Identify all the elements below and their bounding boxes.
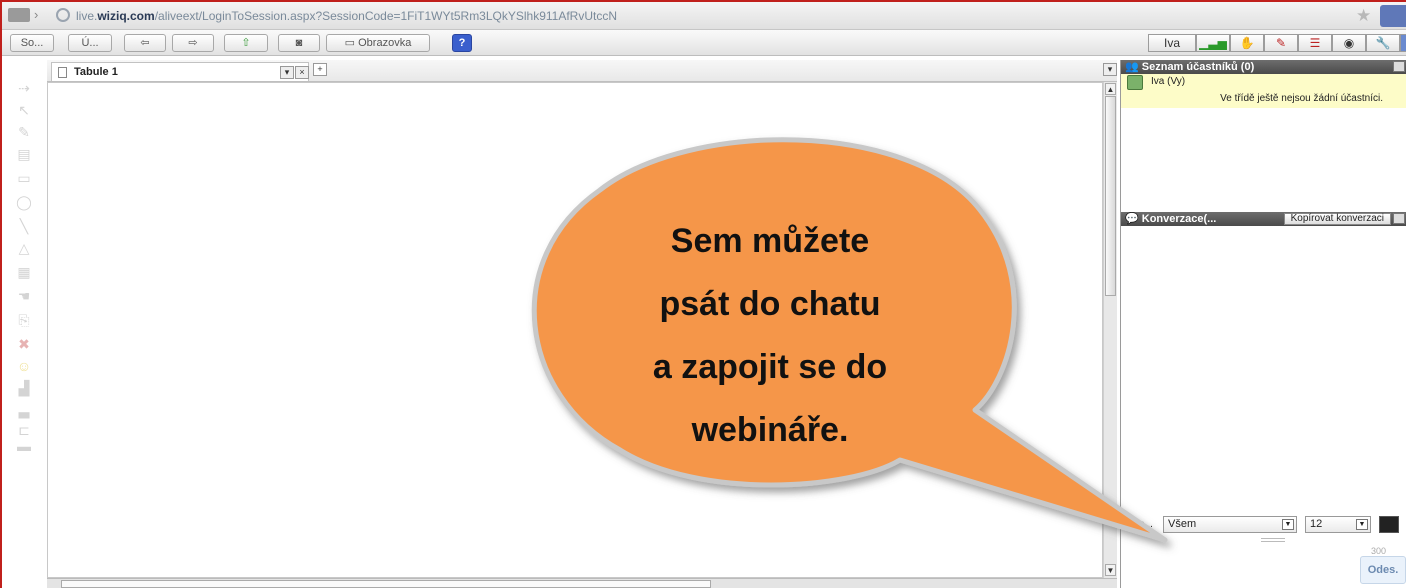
font-size-value: 12 xyxy=(1310,518,1323,530)
snapshot-button[interactable]: ◙ xyxy=(278,34,320,52)
monitor-icon: ▭ xyxy=(344,37,356,49)
chat-options-bar: o... Všem ▼ 12 ▼ xyxy=(1121,514,1406,536)
scroll-thumb[interactable] xyxy=(1105,96,1116,296)
chevron-down-icon: ▼ xyxy=(1356,519,1368,530)
tab-tabule-1[interactable]: Tabule 1 ▾ × xyxy=(51,62,309,81)
recipient-select[interactable]: Všem ▼ xyxy=(1163,516,1297,533)
empty-class-note: Ve třídě ještě nejsou žádní účastníci. xyxy=(1121,90,1406,108)
tab-close-icon[interactable]: × xyxy=(295,66,309,79)
globe-icon xyxy=(56,8,70,22)
screen-share-label: Obrazovka xyxy=(358,37,412,49)
copy-conversation-button[interactable]: Kopírovat konverzaci xyxy=(1283,213,1391,225)
redo-button[interactable]: ⇨ xyxy=(172,34,214,52)
more-icon[interactable] xyxy=(1400,34,1406,52)
participant-name: Iva (Vy) xyxy=(1151,76,1186,87)
whiteboard: Tabule 1 ▾ × + ▾ ▲ ▼ xyxy=(47,60,1117,588)
char-counter: 300 xyxy=(1370,546,1386,556)
hscroll-thumb[interactable] xyxy=(61,580,711,588)
raise-hand-icon[interactable]: ✋ xyxy=(1230,34,1264,52)
send-button[interactable]: Odes. xyxy=(1360,556,1406,584)
screen-share-button[interactable]: ▭ Obrazovka xyxy=(326,34,430,52)
chevron-right-icon: › xyxy=(34,7,39,22)
delete-tool-icon[interactable]: ✖ xyxy=(12,336,36,352)
scroll-up-icon[interactable]: ▲ xyxy=(1105,83,1116,95)
recipient-value: Všem xyxy=(1168,518,1197,530)
side-panel: 👥 Seznam účastníků (0) Iva (Vy) Ve třídě… xyxy=(1120,60,1406,588)
pen-permission-icon[interactable]: ✎ xyxy=(1264,34,1298,52)
hand-tool-icon[interactable]: ☚ xyxy=(12,288,36,304)
address-bar[interactable]: › live.wiziq.com/aliveext/LoginToSession… xyxy=(2,2,1406,30)
pointer-tool-icon[interactable]: ⇢ xyxy=(12,80,36,96)
redo-icon: ⇨ xyxy=(188,37,198,49)
pencil-tool-icon[interactable]: ✎ xyxy=(12,124,36,140)
tab-dropdown-icon[interactable]: ▾ xyxy=(280,66,294,79)
user-name-box: Iva xyxy=(1148,34,1196,52)
ellipse-tool-icon[interactable]: ◯ xyxy=(12,194,36,210)
clipboard-tool-icon[interactable]: ⎘ xyxy=(12,312,36,328)
folder-icon[interactable] xyxy=(8,8,30,22)
fill-color-icon[interactable]: ▟ xyxy=(12,380,36,396)
so-button[interactable]: So... xyxy=(10,34,54,52)
mic-permission-icon[interactable]: ☰ xyxy=(1298,34,1332,52)
settings-wrench-icon[interactable]: 🔧 xyxy=(1366,34,1400,52)
text-tool-icon[interactable]: ▤ xyxy=(12,146,36,162)
resize-grip[interactable] xyxy=(1261,538,1285,542)
text-color-swatch[interactable] xyxy=(1379,516,1399,533)
vertical-scrollbar[interactable]: ▲ ▼ xyxy=(1103,82,1117,578)
signal-icon: ▁▃▅ xyxy=(1196,34,1230,52)
help-button[interactable]: ? xyxy=(452,34,472,52)
chat-minimize-icon[interactable] xyxy=(1393,213,1405,224)
camera-icon: ◙ xyxy=(295,37,303,49)
line-tool-icon[interactable]: ╲ xyxy=(12,218,36,234)
callout-line: psát do chatu xyxy=(659,285,881,323)
document-icon xyxy=(58,67,67,78)
to-label: o... xyxy=(1139,519,1153,530)
webcam-icon[interactable]: ◉ xyxy=(1332,34,1366,52)
chat-bubble-icon: 💬 xyxy=(1125,213,1139,225)
undo-icon: ⇦ xyxy=(140,37,150,49)
callout-line: webináře. xyxy=(691,411,849,449)
upload-button[interactable]: ⇧ xyxy=(224,34,268,52)
participants-icon: 👥 xyxy=(1125,61,1139,73)
tab-label: Tabule 1 xyxy=(74,66,118,78)
chat-title: Konverzace(... xyxy=(1141,213,1217,225)
table-tool-icon[interactable]: ▦ xyxy=(12,264,36,280)
extension-icon[interactable] xyxy=(1380,5,1406,27)
chat-header: 💬 Konverzace(... Kopírovat konverzaci xyxy=(1121,212,1406,226)
font-size-select[interactable]: 12 ▼ xyxy=(1305,516,1371,533)
callout-line: Sem můžete xyxy=(670,222,870,260)
smiley-tool-icon[interactable]: ☺ xyxy=(12,358,36,374)
u-button[interactable]: Ú... xyxy=(68,34,112,52)
undo-button[interactable]: ⇦ xyxy=(124,34,166,52)
avatar xyxy=(1127,75,1143,90)
triangle-tool-icon[interactable]: △ xyxy=(12,240,36,256)
participants-title: Seznam účastníků (0) xyxy=(1141,61,1255,73)
drawing-tools: ⇢ ↖ ✎ ▤ ▭ ◯ ╲ △ ▦ ☚ ⎘ ✖ ☺ ▟ ▃ ⊏ ▬ xyxy=(8,60,46,460)
horizontal-scrollbar[interactable] xyxy=(47,578,1117,588)
board-menu-icon[interactable]: ▾ xyxy=(1103,63,1117,76)
session-toolbar: So... Ú... ⇦ ⇨ ⇧ ◙ ▭ Obrazovka ? Iva ▁▃▅… xyxy=(2,30,1406,56)
scroll-down-icon[interactable]: ▼ xyxy=(1105,564,1116,576)
chevron-down-icon: ▼ xyxy=(1282,519,1294,530)
add-tab-button[interactable]: + xyxy=(313,63,327,76)
more-tools-icon[interactable]: ▬ xyxy=(12,438,36,454)
whiteboard-tabbar: Tabule 1 ▾ × + ▾ xyxy=(47,60,1117,82)
select-tool-icon[interactable]: ↖ xyxy=(12,102,36,118)
upload-icon: ⇧ xyxy=(241,37,251,49)
star-icon[interactable]: ★ xyxy=(1356,6,1371,26)
line-color-icon[interactable]: ▃ xyxy=(12,402,36,418)
url-text[interactable]: live.wiziq.com/aliveext/LoginToSession.a… xyxy=(76,9,617,23)
callout-line: a zapojit se do xyxy=(652,348,888,386)
rectangle-tool-icon[interactable]: ▭ xyxy=(12,170,36,186)
participants-minimize-icon[interactable] xyxy=(1393,61,1405,72)
callout-text: Sem můžete psát do chatu a zapojit se do… xyxy=(585,210,955,462)
line-width-icon[interactable]: ⊏ xyxy=(12,422,36,438)
participants-header: 👥 Seznam účastníků (0) xyxy=(1121,60,1406,74)
participant-row[interactable]: Iva (Vy) xyxy=(1121,74,1406,90)
